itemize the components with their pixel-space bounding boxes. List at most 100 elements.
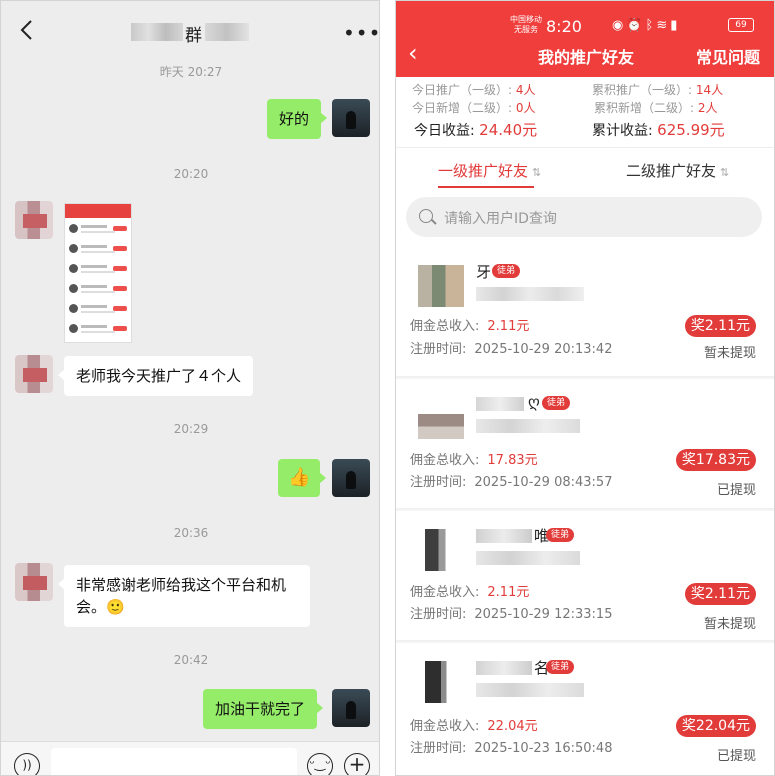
voice-icon[interactable]: )) bbox=[14, 753, 40, 775]
chat-title-text: 群 bbox=[185, 26, 202, 46]
reward-badge: 奖17.83元 bbox=[675, 449, 756, 471]
register-time-row: 注册时间: 2025-10-29 12:33:15 bbox=[410, 607, 613, 622]
timestamp: 20:42 bbox=[173, 653, 209, 667]
withdraw-status: 暂未提现 bbox=[703, 617, 756, 632]
stat-today-level1: 今日推广（一级）: 4人 bbox=[412, 83, 536, 97]
status-carrier: 中国移动 无服务 bbox=[510, 15, 542, 35]
commission-row: 佣金总收入: 2.11元 bbox=[410, 319, 530, 334]
avatar-mosaic bbox=[23, 368, 47, 382]
search-icon bbox=[419, 209, 433, 223]
friend-avatar bbox=[418, 661, 464, 703]
thumbs-up-sticker[interactable]: 👍 bbox=[278, 459, 327, 497]
friend-card[interactable]: 名 徒弟 佣金总收入: 22.04元 注册时间: 2025-10-23 16:50:… bbox=[396, 643, 774, 775]
apprentice-tag: 徒弟 bbox=[492, 264, 521, 278]
back-icon[interactable] bbox=[15, 15, 39, 45]
carrier-name: 中国移动 bbox=[510, 15, 542, 24]
reward-badge: 奖2.11元 bbox=[684, 583, 756, 605]
friend-id-blur bbox=[476, 683, 584, 697]
carrier-status: 无服务 bbox=[514, 25, 538, 34]
friend-card[interactable]: 唯 徒弟 佣金总收入: 2.11元 注册时间: 2025-10-29 12:33:1… bbox=[396, 511, 774, 641]
apprentice-tag: 徒弟 bbox=[542, 396, 571, 410]
my-avatar[interactable] bbox=[332, 99, 370, 137]
title-blur bbox=[205, 23, 249, 41]
user-id-search-input[interactable]: 请输入用户ID查询 bbox=[406, 197, 762, 237]
tab-bar: 一级推广好友 ⇅ 二级推广好友 ⇅ bbox=[396, 147, 774, 193]
referral-app: 中国移动 无服务 8:20 ◉⏰ᛒ≋▮ 69 ‹ 我的推广好友 常见问题 今日推… bbox=[395, 0, 775, 776]
reward-badge: 奖2.11元 bbox=[684, 315, 756, 337]
friend-id-blur bbox=[476, 287, 584, 301]
friend-name-blur bbox=[476, 661, 532, 675]
message-bubble-me[interactable]: 加油干就完了 bbox=[203, 689, 324, 729]
app-header: 中国移动 无服务 8:20 ◉⏰ᛒ≋▮ 69 ‹ 我的推广好友 常见问题 bbox=[396, 1, 774, 77]
search-section: 请输入用户ID查询 bbox=[396, 193, 774, 247]
status-time: 8:20 bbox=[546, 17, 582, 36]
timestamp: 20:20 bbox=[173, 167, 209, 181]
stat-total-level2: 累积新增（二级）: 2人 bbox=[594, 101, 718, 115]
bluetooth-icon: ᛒ bbox=[645, 18, 657, 33]
friend-card[interactable]: 牙 徒弟 佣金总收入: 2.11元 注册时间: 2025-10-29 20:13:4… bbox=[396, 247, 774, 377]
register-time-row: 注册时间: 2025-10-29 20:13:42 bbox=[410, 342, 613, 357]
stat-total-level1: 累积推广（一级）: 14人 bbox=[592, 83, 724, 97]
apprentice-tag: 徒弟 bbox=[546, 660, 575, 674]
friend-id-blur bbox=[476, 551, 580, 565]
friend-name-blur bbox=[476, 529, 532, 543]
withdraw-status: 已提现 bbox=[716, 749, 756, 764]
message-bubble-other[interactable]: 非常感谢老师给我这个平台和机会。🙂 bbox=[58, 565, 310, 627]
friend-name-char: 牙 bbox=[476, 263, 492, 281]
commission-row: 佣金总收入: 2.11元 bbox=[410, 585, 530, 600]
chat-header: 群 ••• bbox=[1, 1, 379, 61]
shared-screenshot-thumbnail[interactable] bbox=[64, 203, 132, 343]
friend-avatar bbox=[418, 529, 464, 571]
member-avatar[interactable] bbox=[15, 563, 53, 601]
message-input[interactable] bbox=[51, 748, 297, 775]
sort-icon: ⇅ bbox=[720, 166, 730, 179]
sort-icon: ⇅ bbox=[532, 166, 542, 179]
timestamp: 20:29 bbox=[173, 422, 209, 436]
title-blur bbox=[131, 23, 183, 41]
faq-link[interactable]: 常见问题 bbox=[696, 44, 760, 68]
member-avatar[interactable] bbox=[15, 201, 53, 239]
commission-row: 佣金总收入: 17.83元 bbox=[410, 453, 538, 468]
member-avatar[interactable] bbox=[15, 355, 53, 393]
chat-title: 群 bbox=[131, 19, 251, 46]
search-placeholder: 请输入用户ID查询 bbox=[444, 211, 557, 227]
tab-level1-friends[interactable]: 一级推广好友 ⇅ bbox=[438, 160, 541, 181]
friend-name-blur bbox=[476, 397, 524, 411]
emoji-icon[interactable]: ᵕ‿ᵕ bbox=[307, 753, 333, 775]
stat-today-income: 今日收益: 24.40元 bbox=[414, 121, 538, 139]
my-avatar[interactable] bbox=[332, 459, 370, 497]
stats-panel: 今日推广（一级）: 4人 累积推广（一级）: 14人 今日新增（二级）: 0人 … bbox=[396, 77, 774, 147]
eye-icon: ◉ bbox=[612, 18, 627, 33]
chat-window: 群 ••• 昨天 20:27 好的 20:20 老师我今天推广了４个人 20:2… bbox=[0, 0, 380, 776]
register-time-row: 注册时间: 2025-10-29 08:43:57 bbox=[410, 475, 613, 490]
friend-card[interactable]: ღ 徒弟 佣金总收入: 17.83元 注册时间: 2025-10-29 08:43:… bbox=[396, 379, 774, 509]
battery-icon: 69 bbox=[728, 18, 754, 32]
stat-today-level2: 今日新增（二级）: 0人 bbox=[412, 101, 536, 115]
more-icon[interactable]: ••• bbox=[343, 21, 379, 45]
my-avatar[interactable] bbox=[332, 689, 370, 727]
message-bubble-other[interactable]: 老师我今天推广了４个人 bbox=[57, 356, 254, 396]
commission-row: 佣金总收入: 22.04元 bbox=[410, 719, 538, 734]
alarm-icon: ⏰ bbox=[626, 18, 646, 33]
wifi-icon: ≋ bbox=[656, 18, 671, 33]
active-tab-underline bbox=[438, 186, 534, 188]
status-icons: ◉⏰ᛒ≋▮ bbox=[612, 18, 680, 33]
withdraw-status: 暂未提现 bbox=[703, 346, 756, 361]
apprentice-tag: 徒弟 bbox=[546, 528, 575, 542]
timestamp: 20:36 bbox=[173, 526, 209, 540]
stat-total-income: 累计收益: 625.99元 bbox=[592, 121, 725, 139]
friend-avatar bbox=[418, 265, 464, 307]
message-bubble-me[interactable]: 好的 bbox=[267, 99, 328, 139]
plus-icon[interactable]: + bbox=[344, 753, 370, 775]
avatar-mosaic bbox=[23, 576, 47, 590]
avatar-mosaic bbox=[23, 214, 47, 228]
friend-id-blur bbox=[476, 419, 580, 433]
withdraw-status: 已提现 bbox=[716, 483, 756, 498]
signal-icon: ▮ bbox=[670, 18, 681, 33]
friend-avatar bbox=[418, 397, 464, 439]
timestamp: 昨天 20:27 bbox=[159, 65, 223, 79]
chat-input-bar: )) ᵕ‿ᵕ + bbox=[1, 741, 379, 775]
tab-level2-friends[interactable]: 二级推广好友 ⇅ bbox=[626, 160, 729, 181]
reward-badge: 奖22.04元 bbox=[675, 715, 756, 737]
register-time-row: 注册时间: 2025-10-23 16:50:48 bbox=[410, 741, 613, 756]
